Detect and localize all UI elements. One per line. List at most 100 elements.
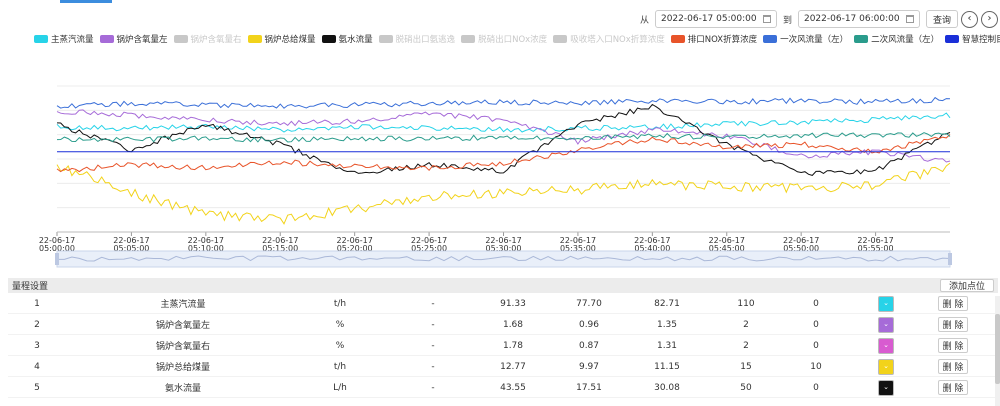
- series-line: [56, 112, 951, 133]
- legend-swatch: [945, 35, 960, 43]
- delete-button[interactable]: 删 除: [938, 380, 968, 395]
- legend-item[interactable]: 锅炉总给煤量: [247, 33, 316, 45]
- scrollbar-thumb[interactable]: [995, 314, 1000, 384]
- table-title: 量程设置: [12, 282, 49, 292]
- active-tab-indicator: [60, 0, 112, 3]
- table-scrollbar[interactable]: [995, 296, 1000, 406]
- color-picker-button[interactable]: ⌄: [878, 316, 894, 333]
- legend-item[interactable]: 锅炉含氧量左: [99, 33, 168, 45]
- legend-item[interactable]: 排口NOX折算浓度: [670, 33, 758, 45]
- table-row: 2 锅炉含氧量左% - 1.68 0.96 1.35 2 0 ⌄ 删 除: [8, 314, 998, 335]
- legend-label: 吸收塔入口NOx折算浓度: [570, 35, 665, 45]
- query-button[interactable]: 查询: [925, 10, 958, 28]
- point-name: 氨水流量: [164, 384, 201, 394]
- legend-item[interactable]: 主蒸汽流量: [34, 33, 94, 45]
- color-cell: ⌄: [874, 314, 898, 335]
- color-picker-button[interactable]: ⌄: [878, 358, 894, 375]
- legend-label: 脱硝出口NOx浓度: [478, 35, 548, 45]
- range-min: 0: [813, 382, 819, 393]
- delete-button[interactable]: 删 除: [938, 296, 968, 311]
- legend-label: 主蒸汽流量: [51, 35, 94, 45]
- delete-button[interactable]: 删 除: [938, 359, 968, 374]
- placeholder-value: -: [431, 340, 435, 351]
- legend-label: 锅炉含氧量右: [190, 35, 242, 45]
- unit: %: [335, 340, 345, 351]
- avg-value: 11.15: [654, 361, 680, 372]
- legend-item[interactable]: 一次风流量（左）: [763, 33, 848, 45]
- max-value: 91.33: [500, 298, 526, 309]
- range-min: 0: [813, 319, 819, 330]
- chevron-down-icon: ⌄: [883, 341, 889, 349]
- row-index: 5: [34, 382, 40, 393]
- color-cell: ⌄: [874, 377, 898, 398]
- end-time-value: 2022-06-17 06:00:00: [803, 14, 900, 24]
- color-picker-button[interactable]: ⌄: [878, 379, 894, 396]
- placeholder-value: -: [431, 319, 435, 330]
- color-picker-button[interactable]: ⌄: [878, 295, 894, 312]
- range-settings-table: 量程设置 添加点位 1 主蒸汽流量 t/h - 91.33 77.70 82.71 110 0 ⌄…: [8, 278, 998, 398]
- chevron-down-icon: ⌄: [883, 299, 889, 307]
- row-index: 2: [34, 319, 40, 330]
- chevron-down-icon: ⌄: [883, 362, 889, 370]
- min-value: 0.87: [578, 340, 600, 351]
- legend-label: 氨水流量: [338, 35, 373, 45]
- placeholder-value: -: [431, 361, 435, 372]
- range-max: 110: [737, 298, 755, 309]
- legend-item[interactable]: 脱硝出口氨逃逸: [378, 33, 455, 45]
- series-line: [56, 96, 951, 109]
- legend-swatch: [461, 35, 476, 43]
- from-label: 从: [639, 15, 649, 26]
- chart-legend: 主蒸汽流量 锅炉含氧量左 锅炉含氧量右 锅炉总给煤量 氨水流量 脱硝出口氨逃逸 脱硝出口NO…: [34, 33, 1000, 45]
- legend-swatch: [763, 35, 778, 43]
- legend-item[interactable]: 二次风流量（左）: [854, 33, 939, 45]
- point-name: 锅炉含氧量右: [155, 342, 210, 352]
- legend-item[interactable]: 智慧控制目标值: [945, 33, 1000, 45]
- chevron-right-icon[interactable]: ›: [981, 10, 998, 28]
- zoom-handle-right: [948, 253, 952, 265]
- row-index: 3: [34, 340, 40, 351]
- legend-item[interactable]: 锅炉含氧量右: [173, 33, 242, 45]
- delete-cell: 删 除: [936, 314, 970, 335]
- trend-chart: 22-06-1705:00:0022-06-1705:05:0022-06-17…: [39, 85, 952, 268]
- range-max: 50: [740, 382, 752, 393]
- unit: L/h: [333, 382, 347, 393]
- table-row: 4 锅炉总给煤量 t/h - 12.77 9.97 11.15 15 10 ⌄ 删 除: [8, 356, 998, 377]
- series-line: [56, 134, 951, 173]
- avg-value: 1.31: [656, 340, 678, 351]
- start-time-value: 2022-06-17 05:00:00: [660, 14, 757, 24]
- range-min: 10: [810, 361, 822, 372]
- unit: t/h: [333, 361, 347, 372]
- legend-swatch: [173, 35, 188, 43]
- color-picker-button[interactable]: ⌄: [878, 337, 894, 354]
- legend-label: 锅炉总给煤量: [264, 35, 316, 45]
- series-line: [56, 109, 951, 163]
- delete-cell: 删 除: [936, 356, 970, 377]
- legend-swatch: [99, 35, 114, 43]
- legend-label: 排口NOX折算浓度: [687, 35, 758, 45]
- series-line: [56, 132, 951, 143]
- time-range-toolbar: 从 2022-06-17 05:00:00 到 2022-06-17 06:00…: [634, 10, 1000, 28]
- legend-item[interactable]: 吸收塔入口NOx折算浓度: [553, 33, 665, 45]
- max-value: 12.77: [500, 361, 526, 372]
- table-row: 5 氨水流量 L/h - 43.55 17.51 30.08 50 0 ⌄ 删 除: [8, 377, 998, 398]
- placeholder-value: -: [431, 298, 435, 309]
- row-index: 1: [34, 298, 40, 309]
- start-time-input[interactable]: 2022-06-17 05:00:00: [654, 10, 777, 28]
- legend-swatch: [34, 35, 48, 43]
- legend-item[interactable]: 脱硝出口NOx浓度: [461, 33, 547, 45]
- delete-cell: 删 除: [936, 293, 970, 314]
- point-name: 锅炉总给煤量: [155, 363, 210, 373]
- end-time-input[interactable]: 2022-06-17 06:00:00: [797, 10, 920, 28]
- legend-item[interactable]: 氨水流量: [321, 33, 373, 45]
- add-point-button[interactable]: 添加点位: [939, 279, 994, 292]
- min-value: 77.70: [576, 298, 602, 309]
- to-label: 到: [782, 15, 792, 26]
- delete-button[interactable]: 删 除: [938, 338, 968, 353]
- legend-swatch: [378, 35, 393, 43]
- placeholder-value: -: [431, 382, 435, 393]
- delete-button[interactable]: 删 除: [938, 317, 968, 332]
- avg-value: 30.08: [654, 382, 680, 393]
- avg-value: 82.71: [654, 298, 680, 309]
- chevron-left-icon[interactable]: ‹: [961, 10, 978, 28]
- point-name: 主蒸汽流量: [160, 300, 206, 310]
